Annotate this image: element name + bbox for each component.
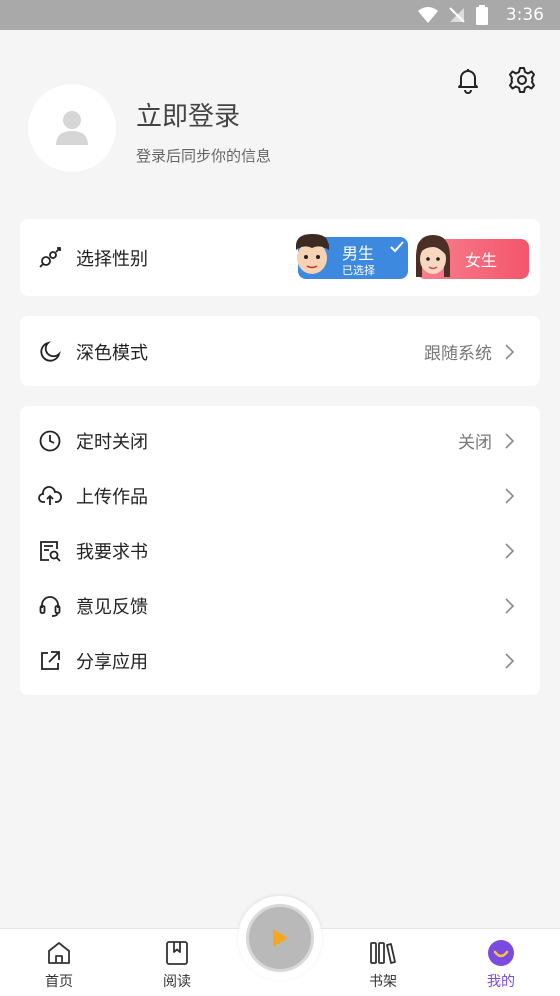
status-icons bbox=[418, 5, 488, 25]
play-button[interactable] bbox=[246, 904, 314, 972]
tab-bookshelf[interactable]: 书架 bbox=[338, 929, 428, 996]
wifi-icon bbox=[418, 7, 438, 23]
gender-card: 选择性别 男生 已选择 女生 bbox=[20, 219, 540, 296]
gender-male-label: 男生 bbox=[342, 244, 375, 263]
tab-label: 阅读 bbox=[163, 974, 191, 990]
headset-icon bbox=[38, 594, 62, 618]
chevron-right-icon bbox=[502, 652, 516, 669]
dark-mode-row[interactable]: 深色模式 跟随系统 bbox=[20, 324, 540, 379]
status-time: 3:36 bbox=[505, 5, 544, 25]
chevron-right-icon bbox=[502, 542, 516, 559]
clock-icon bbox=[38, 429, 62, 453]
list-item-label: 定时关闭 bbox=[76, 431, 148, 453]
tab-label: 书架 bbox=[369, 974, 397, 990]
gender-label: 选择性别 bbox=[76, 248, 148, 270]
bookmark-book-icon bbox=[163, 939, 191, 967]
female-face-icon bbox=[416, 235, 450, 277]
settings-list-card: 定时关闭 关闭 上传作品 我要求书 意见反馈 分享应用 bbox=[20, 406, 540, 695]
chevron-right-icon bbox=[502, 487, 516, 504]
gear-icon[interactable] bbox=[506, 64, 538, 96]
list-item-timer[interactable]: 定时关闭 关闭 bbox=[20, 413, 540, 468]
chevron-right-icon bbox=[502, 432, 516, 449]
moon-icon bbox=[38, 340, 62, 364]
top-actions bbox=[452, 64, 538, 96]
list-item-label: 我要求书 bbox=[76, 541, 148, 563]
chevron-right-icon bbox=[502, 343, 516, 360]
battery-icon bbox=[476, 5, 488, 25]
home-icon bbox=[45, 939, 73, 967]
list-item-upload[interactable]: 上传作品 bbox=[20, 468, 540, 523]
tab-home[interactable]: 首页 bbox=[14, 929, 104, 996]
default-avatar-icon bbox=[56, 111, 88, 145]
check-icon bbox=[390, 241, 404, 253]
dark-mode-value: 跟随系统 bbox=[424, 344, 492, 364]
list-item-share[interactable]: 分享应用 bbox=[20, 633, 540, 688]
login-subtitle: 登录后同步你的信息 bbox=[136, 147, 272, 165]
play-button-wrap bbox=[238, 896, 322, 980]
list-item-label: 分享应用 bbox=[76, 651, 148, 673]
status-bar: 3:36 bbox=[0, 0, 560, 30]
list-item-request-book[interactable]: 我要求书 bbox=[20, 523, 540, 578]
share-icon bbox=[38, 649, 62, 673]
tab-read[interactable]: 阅读 bbox=[132, 929, 222, 996]
chevron-right-icon bbox=[502, 597, 516, 614]
list-item-feedback[interactable]: 意见反馈 bbox=[20, 578, 540, 633]
avatar[interactable] bbox=[28, 84, 116, 172]
list-item-label: 上传作品 bbox=[76, 486, 148, 508]
book-search-icon bbox=[38, 539, 62, 563]
dark-mode-card[interactable]: 深色模式 跟随系统 bbox=[20, 316, 540, 386]
bell-icon[interactable] bbox=[452, 64, 484, 96]
no-signal-icon bbox=[449, 7, 465, 23]
profile-smile-icon bbox=[487, 939, 515, 967]
login-title[interactable]: 立即登录 bbox=[136, 96, 240, 133]
list-item-value: 关闭 bbox=[458, 433, 492, 453]
tab-label: 首页 bbox=[45, 974, 73, 990]
play-icon bbox=[273, 929, 288, 947]
gender-female-label: 女生 bbox=[465, 251, 498, 270]
male-face-icon bbox=[296, 234, 329, 274]
tab-label: 我的 bbox=[487, 974, 515, 990]
cloud-upload-icon bbox=[38, 484, 62, 508]
list-item-label: 意见反馈 bbox=[76, 596, 148, 618]
gender-male-selected: 已选择 bbox=[342, 264, 375, 277]
dark-mode-label: 深色模式 bbox=[76, 342, 148, 364]
tab-mine[interactable]: 我的 bbox=[456, 929, 546, 996]
gender-icon bbox=[38, 246, 62, 270]
bookshelf-icon bbox=[369, 939, 397, 967]
